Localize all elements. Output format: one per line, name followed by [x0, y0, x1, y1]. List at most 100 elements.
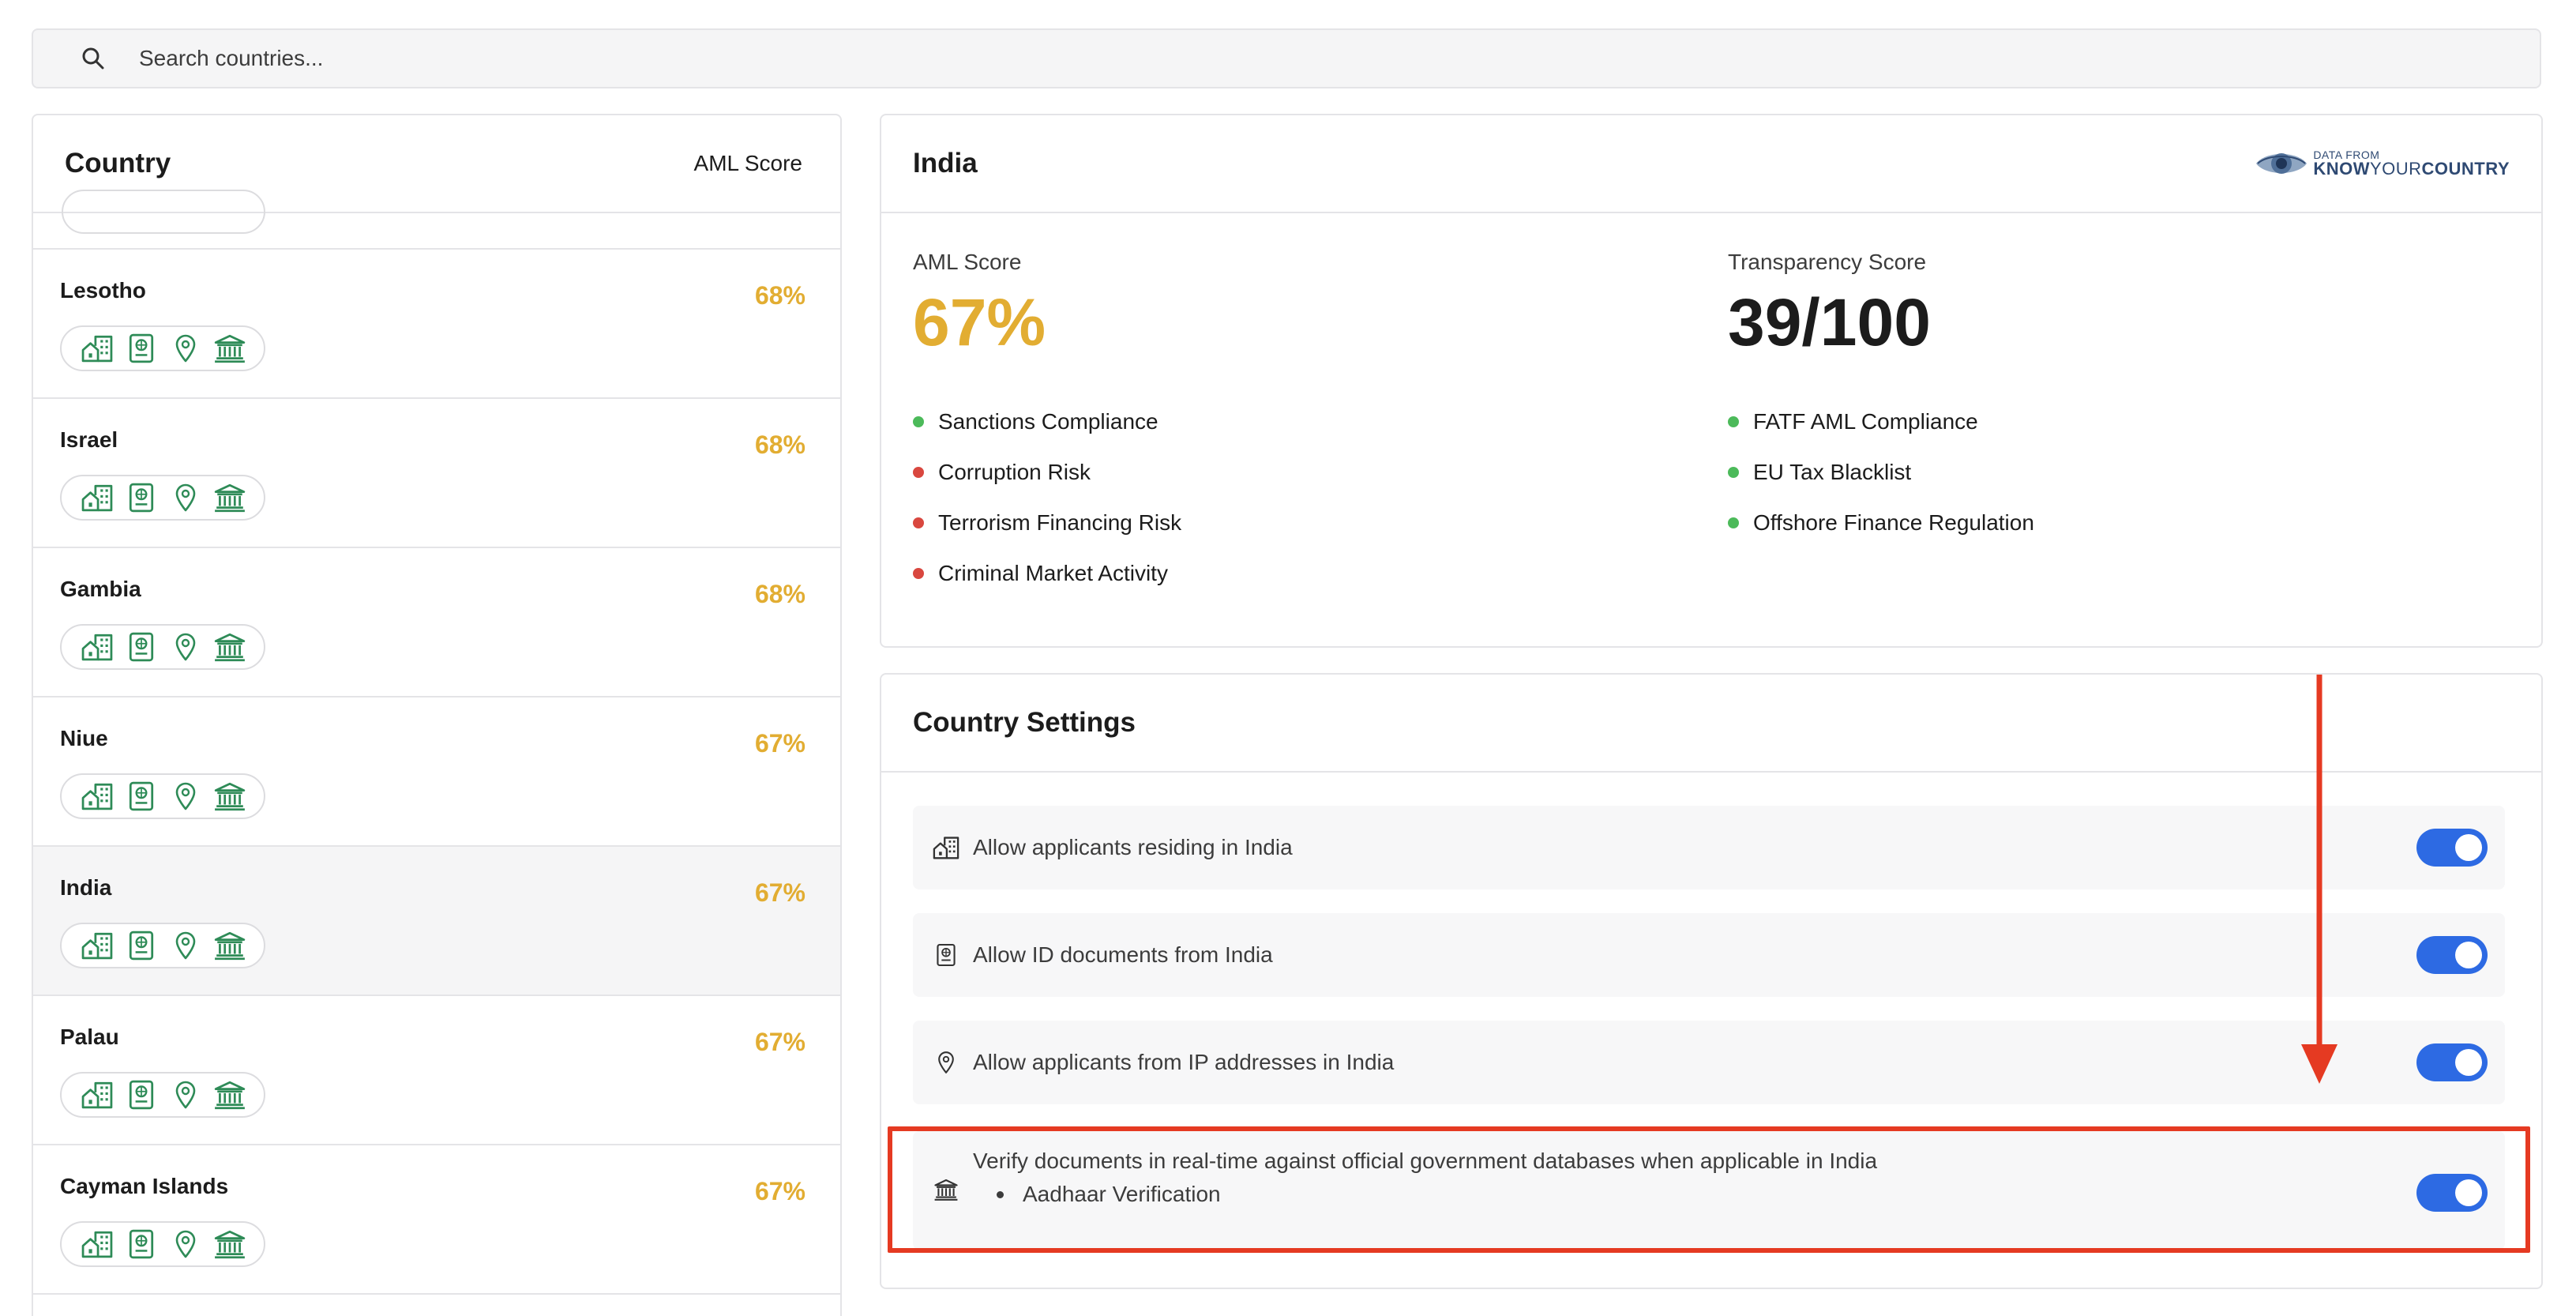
- status-dot-red: [913, 467, 924, 478]
- status-dot-green: [1728, 517, 1739, 528]
- country-row[interactable]: Gambia 68%: [33, 548, 840, 697]
- location-pin-icon: [930, 1047, 962, 1078]
- government-building-icon: [930, 1174, 962, 1205]
- country-settings-title: Country Settings: [913, 707, 1136, 738]
- country-name: Gambia: [60, 577, 141, 601]
- aml-score-label: AML Score: [913, 250, 1022, 274]
- setting-sub-item: Aadhaar Verification: [997, 1182, 1877, 1207]
- knowyourcountry-logo[interactable]: DATA FROM KNOWYOURCOUNTRY: [2255, 146, 2510, 181]
- risk-indicator: FATF AML Compliance: [1728, 409, 1978, 434]
- risk-indicator: Criminal Market Activity: [913, 561, 1168, 586]
- country-settings-icons: [60, 1221, 265, 1267]
- country-detail-card: India DATA FROM KNOWYOURCOUNTRY AML Scor…: [880, 114, 2543, 648]
- location-pin-icon: [167, 1228, 204, 1261]
- country-settings-header: Country Settings: [881, 675, 2541, 773]
- bullet-icon: [997, 1190, 1004, 1198]
- risk-indicator: Sanctions Compliance: [913, 409, 1158, 434]
- aml-score-column-title: AML Score: [693, 151, 802, 175]
- country-row[interactable]: Palau 67%: [33, 996, 840, 1145]
- location-pin-icon: [167, 929, 204, 962]
- risk-indicator-label: Corruption Risk: [938, 460, 1091, 484]
- eye-logo-icon: [2256, 153, 2308, 174]
- country-settings-icons: [60, 475, 265, 521]
- setting-residing: Allow applicants residing in India: [913, 806, 2505, 889]
- country-aml-score: 67%: [754, 1177, 805, 1205]
- country-aml-score: 67%: [754, 878, 805, 907]
- status-dot-green: [913, 416, 924, 427]
- country-name: Cayman Islands: [60, 1174, 229, 1198]
- risk-indicator-label: EU Tax Blacklist: [1753, 460, 1912, 484]
- setting-id-documents: Allow ID documents from India: [913, 913, 2505, 997]
- risk-indicator-label: Criminal Market Activity: [938, 561, 1168, 585]
- id-document-icon: [123, 780, 160, 813]
- logo-word-your: YOUR: [2369, 159, 2422, 179]
- country-aml-score: 67%: [754, 729, 805, 758]
- government-building-icon: [212, 481, 248, 514]
- status-dot-red: [913, 517, 924, 528]
- location-pin-icon: [167, 780, 204, 813]
- location-pin-icon: [167, 332, 204, 365]
- risk-indicator: Corruption Risk: [913, 460, 1091, 485]
- government-building-icon: [212, 1078, 248, 1111]
- risk-indicator-label: Sanctions Compliance: [938, 409, 1158, 434]
- setting-id-documents-toggle[interactable]: [2416, 936, 2488, 974]
- transparency-score-value: 39/100: [1728, 285, 1931, 359]
- status-dot-green: [1728, 416, 1739, 427]
- logo-word-know: KNOW: [2313, 159, 2370, 179]
- government-building-icon: [212, 630, 248, 664]
- risk-indicator-label: FATF AML Compliance: [1753, 409, 1978, 434]
- country-list-panel: Country AML Score Lesotho 68% Israel 68% Gam…: [32, 114, 842, 1316]
- country-row[interactable]: Israel 68%: [33, 399, 840, 548]
- risk-indicator: Terrorism Financing Risk: [913, 510, 1181, 536]
- setting-gov-verification-label: Verify documents in real-time against of…: [973, 1149, 1878, 1173]
- government-building-icon: [212, 780, 248, 813]
- id-document-icon: [123, 630, 160, 664]
- risk-indicator-label: Offshore Finance Regulation: [1753, 510, 2034, 535]
- country-row[interactable]: Lesotho 68%: [33, 250, 840, 399]
- country-settings-icons: [60, 923, 265, 968]
- setting-ip-addresses-toggle[interactable]: [2416, 1043, 2488, 1081]
- transparency-score-label: Transparency Score: [1728, 250, 1927, 274]
- icon-pill-partial: [62, 190, 265, 234]
- country-detail-header: India DATA FROM KNOWYOURCOUNTRY: [881, 115, 2541, 213]
- residence-icon: [79, 929, 115, 962]
- country-aml-score: 68%: [754, 431, 805, 459]
- government-building-icon: [212, 929, 248, 962]
- country-settings-card: Country Settings Allow applicants residi…: [880, 673, 2543, 1289]
- status-dot-red: [913, 568, 924, 579]
- residence-icon: [79, 481, 115, 514]
- country-name: Lesotho: [60, 278, 146, 303]
- government-building-icon: [212, 332, 248, 365]
- country-settings-icons: [60, 773, 265, 819]
- setting-ip-addresses-label: Allow applicants from IP addresses in In…: [973, 1050, 1395, 1074]
- country-row[interactable]: India 67%: [33, 847, 840, 996]
- setting-gov-verification-toggle[interactable]: [2416, 1174, 2488, 1212]
- residence-icon: [79, 1228, 115, 1261]
- search-input[interactable]: [139, 46, 2350, 71]
- id-document-icon: [123, 1228, 160, 1261]
- country-column-title: Country: [65, 148, 171, 179]
- risk-indicator: EU Tax Blacklist: [1728, 460, 1911, 485]
- risk-indicator: Offshore Finance Regulation: [1728, 510, 2034, 536]
- country-row[interactable]: Niue 67%: [33, 697, 840, 847]
- setting-id-documents-label: Allow ID documents from India: [973, 942, 1273, 967]
- country-settings-icons: [60, 1072, 265, 1118]
- id-document-icon: [930, 939, 962, 971]
- logo-word-country: COUNTRY: [2421, 159, 2510, 179]
- government-building-icon: [212, 1228, 248, 1261]
- country-name: Niue: [60, 726, 108, 750]
- country-name: Palau: [60, 1025, 119, 1049]
- setting-residing-toggle[interactable]: [2416, 829, 2488, 867]
- search-bar[interactable]: [32, 28, 2541, 88]
- country-row[interactable]: Cayman Islands 67%: [33, 1145, 840, 1295]
- country-name: Israel: [60, 427, 118, 452]
- id-document-icon: [123, 332, 160, 365]
- aadhaar-verification-label: Aadhaar Verification: [1023, 1182, 1221, 1206]
- id-document-icon: [123, 929, 160, 962]
- id-document-icon: [123, 1078, 160, 1111]
- setting-ip-addresses: Allow applicants from IP addresses in In…: [913, 1021, 2505, 1104]
- residence-icon: [79, 630, 115, 664]
- residence-icon: [79, 1078, 115, 1111]
- id-document-icon: [123, 481, 160, 514]
- risk-indicator-label: Terrorism Financing Risk: [938, 510, 1182, 535]
